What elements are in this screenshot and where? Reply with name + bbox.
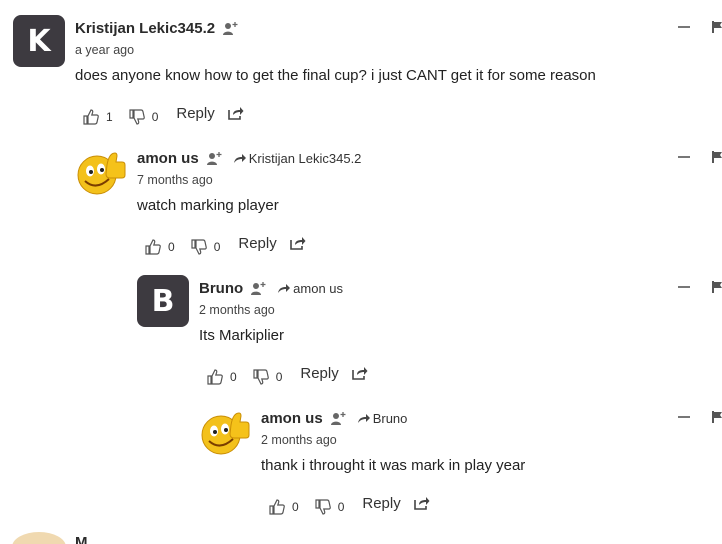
collapse-icon[interactable] [678, 286, 690, 288]
reply-to[interactable]: Kristijan Lekic345.2 [233, 150, 362, 166]
comment-header: Bruno amon us [199, 277, 343, 299]
follow-user-icon[interactable] [330, 411, 347, 426]
reply-to[interactable]: Bruno [357, 410, 408, 426]
author-name[interactable]: M... [75, 534, 100, 544]
comment-actions: 1 0 Reply [83, 105, 244, 128]
thumbs-down-icon [191, 239, 207, 255]
upvote-button[interactable]: 1 [83, 109, 113, 125]
downvote-button[interactable]: 0 [315, 499, 345, 515]
reply-arrow-icon [278, 283, 291, 293]
downvote-button[interactable]: 0 [129, 109, 159, 125]
reply-to[interactable]: amon us [277, 281, 343, 296]
comment-thread: K Kristijan Lekic345.2 a year ago does a… [0, 0, 722, 544]
downvote-button[interactable]: 0 [191, 239, 221, 255]
avatar[interactable] [75, 145, 127, 197]
timestamp: 2 months ago [199, 303, 275, 317]
avatar[interactable] [199, 405, 251, 457]
thumbs-up-icon [269, 499, 285, 515]
thumbs-down-icon [315, 499, 331, 515]
comment-header: amon us Bruno [261, 407, 407, 429]
timestamp: 2 months ago [261, 433, 337, 447]
share-icon[interactable] [227, 106, 244, 120]
thumbs-up-icon [83, 109, 99, 125]
comment-actions: 0 0 Reply [145, 235, 306, 258]
thumbs-up-smiley-icon [201, 412, 250, 455]
comment-text: thank i throught it was mark in play yea… [261, 457, 526, 474]
comment-text: watch marking player [137, 197, 279, 214]
comment-menu [678, 277, 722, 297]
follow-user-icon[interactable] [250, 281, 267, 296]
upvote-count: 0 [168, 240, 175, 254]
upvote-count: 0 [292, 500, 299, 514]
upvote-button[interactable]: 0 [207, 369, 237, 385]
upvote-button[interactable]: 0 [269, 499, 299, 515]
timestamp: a year ago [75, 43, 135, 57]
collapse-icon[interactable] [678, 26, 690, 28]
author-name[interactable]: amon us [137, 150, 199, 167]
collapse-icon[interactable] [678, 156, 690, 158]
follow-user-icon[interactable] [206, 151, 223, 166]
avatar-letter: K [27, 23, 51, 59]
reply-button[interactable]: Reply [300, 365, 338, 382]
share-icon[interactable] [289, 236, 306, 250]
comment-menu [678, 147, 722, 167]
avatar[interactable]: K [13, 15, 65, 67]
thumbs-up-icon [145, 239, 161, 255]
follow-user-icon[interactable] [222, 21, 239, 36]
flag-icon[interactable] [712, 281, 722, 293]
collapse-icon[interactable] [678, 416, 690, 418]
flag-icon[interactable] [712, 21, 722, 33]
thumbs-up-smiley-icon [77, 152, 126, 195]
flag-icon[interactable] [712, 411, 722, 423]
reply-to-name: amon us [293, 280, 344, 296]
comment-text: Its Markiplier [199, 327, 285, 344]
comment-header: Kristijan Lekic345.2 [75, 17, 239, 39]
reply-to-name: Kristijan Lekic345.2 [248, 150, 362, 166]
reply-button[interactable]: Reply [238, 235, 276, 252]
thumbs-down-icon [253, 369, 269, 385]
comment-menu [678, 407, 722, 427]
upvote-count: 0 [230, 370, 237, 384]
author-name[interactable]: Kristijan Lekic345.2 [75, 20, 215, 37]
avatar[interactable] [12, 532, 66, 544]
avatar[interactable]: B [137, 275, 189, 327]
downvote-count: 0 [337, 500, 345, 514]
upvote-count: 1 [106, 110, 113, 124]
timestamp: 7 months ago [137, 173, 213, 187]
downvote-count: 0 [151, 110, 159, 124]
thumbs-down-icon [129, 109, 145, 125]
downvote-button[interactable]: 0 [253, 369, 283, 385]
comment-text: does anyone know how to get the final cu… [75, 67, 596, 84]
reply-arrow-icon [357, 413, 370, 423]
avatar-letter: B [151, 283, 175, 319]
thumbs-up-icon [207, 369, 223, 385]
share-icon[interactable] [351, 366, 368, 380]
comment-actions: 0 0 Reply [269, 495, 430, 518]
flag-icon[interactable] [712, 151, 722, 163]
author-name[interactable]: amon us [261, 410, 323, 427]
upvote-button[interactable]: 0 [145, 239, 175, 255]
reply-arrow-icon [233, 153, 246, 163]
share-icon[interactable] [413, 496, 430, 510]
comment-header: amon us Kristijan Lekic345.2 [137, 147, 361, 169]
downvote-count: 0 [275, 370, 283, 384]
comment-menu [678, 17, 722, 37]
comment-actions: 0 0 Reply [207, 365, 368, 388]
reply-button[interactable]: Reply [176, 105, 214, 122]
downvote-count: 0 [213, 240, 221, 254]
reply-to-name: Bruno [372, 410, 408, 426]
author-name[interactable]: Bruno [199, 280, 243, 297]
reply-button[interactable]: Reply [362, 495, 400, 512]
